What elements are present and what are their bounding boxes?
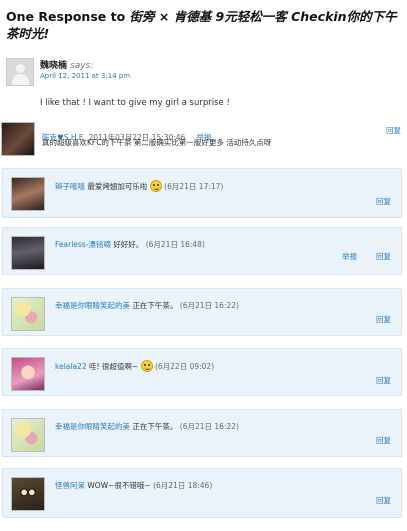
weibo-top-post: 陈克♥S.H.E 2011年03月22日 15:30:46 举报 回复 真的超级…: [0, 120, 407, 160]
reply-time: (6月21日 17:17): [164, 182, 224, 191]
reply-time: (6月21日 16:22): [179, 301, 239, 310]
reply-link[interactable]: 回复: [376, 435, 391, 446]
reply-text: 哇! 很超值啊~: [88, 362, 139, 371]
weibo-reply: Fearless-漂铭嘀 好好好。 (6月21日 16:48) 举报 回复: [2, 227, 402, 275]
smiley-face-icon: [140, 360, 153, 372]
reply-text: WOW~很不错哦~: [87, 481, 151, 490]
reply-link[interactable]: 回复: [376, 251, 391, 262]
reply-link[interactable]: 回复: [376, 495, 391, 506]
avatar[interactable]: [11, 418, 45, 452]
weibo-reply: 幸福是你眼睛笑起的美 正在下午茶。 (6月21日 16:22) 回复: [2, 409, 402, 457]
says-label: says:: [70, 61, 94, 71]
avatar[interactable]: [11, 236, 45, 270]
main-comment: 魏晓楠 says: April 12, 2011 at 3:14 pm I lik…: [6, 55, 402, 117]
weibo-reply: 怪兽阿呆 WOW~很不错哦~ (6月21日 18:46) 回复: [2, 468, 402, 518]
comment-author-name[interactable]: 魏晓楠: [40, 61, 67, 71]
avatar[interactable]: [11, 357, 45, 391]
reply-author[interactable]: 幸福是你眼睛笑起的美: [55, 422, 130, 431]
reply-author[interactable]: kelala22: [55, 362, 87, 371]
weibo-reply: 辫子嘻嘻 最爱烤翅加可乐啦 (6月21日 17:17) 回复: [2, 168, 402, 218]
avatar[interactable]: [11, 177, 45, 211]
weibo-reply: 幸福是你眼睛笑起的美 正在下午茶。 (6月21日 16:22) 回复: [2, 288, 402, 336]
comments-heading: One Response to 街旁 × 肯德基 9元轻松一客 Checkin你…: [6, 8, 402, 42]
reply-author[interactable]: 辫子嘻嘻: [55, 182, 85, 191]
reply-time: (6月21日 16:48): [145, 240, 205, 249]
comment-date-link[interactable]: April 12, 2011 at 3:14 pm: [40, 72, 130, 80]
avatar[interactable]: [1, 122, 35, 156]
comment-text: I like that ! I want to give my girl a s…: [40, 98, 230, 108]
weibo-thread: 陈克♥S.H.E 2011年03月22日 15:30:46 举报 回复 真的超级…: [0, 120, 407, 531]
reply-time: (6月21日 18:46): [153, 481, 213, 490]
heading-prefix: One Response to: [6, 9, 130, 24]
reply-author[interactable]: 怪兽阿呆: [55, 481, 85, 490]
reply-author[interactable]: 幸福是你眼睛笑起的美: [55, 301, 130, 310]
reply-link[interactable]: 回复: [376, 196, 391, 207]
reply-link[interactable]: 回复: [376, 314, 391, 325]
smiley-face-icon: [149, 180, 162, 192]
reply-text: 好好好。: [113, 240, 144, 249]
reply-text: 最爱烤翅加可乐啦: [87, 182, 148, 191]
reply-link[interactable]: 回复: [376, 375, 391, 386]
reply-text: 正在下午茶。: [132, 301, 178, 310]
weibo-reply: kelala22 哇! 很超值啊~ (6月22日 09:02) 回复: [2, 348, 402, 396]
reply-time: (6月21日 16:22): [179, 422, 239, 431]
comment-author: 魏晓楠 says:: [40, 58, 93, 71]
default-avatar-icon: [6, 58, 34, 86]
avatar[interactable]: [11, 477, 45, 511]
reply-link[interactable]: 回复: [386, 125, 401, 136]
reply-text: 正在下午茶。: [132, 422, 178, 431]
weibo-text: 真的超级喜欢KFC的下午茶 第二版确实比第一版好更多 活动持久点呀: [42, 138, 272, 147]
report-link[interactable]: 举报: [342, 251, 357, 262]
reply-author[interactable]: Fearless-漂铭嘀: [55, 240, 111, 249]
avatar[interactable]: [11, 297, 45, 331]
reply-time: (6月22日 09:02): [154, 362, 215, 371]
